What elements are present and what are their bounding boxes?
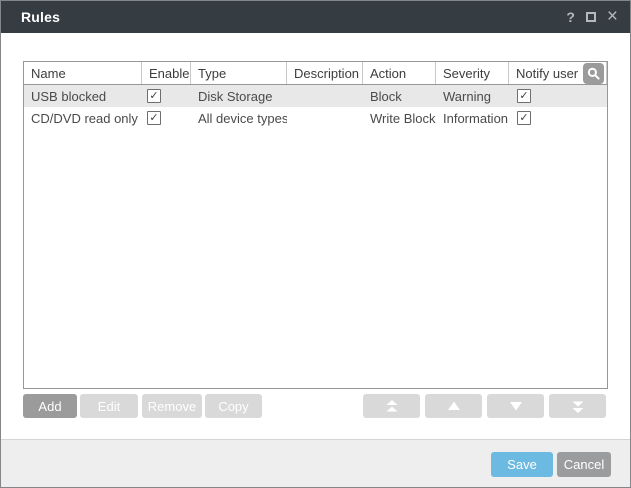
edit-button[interactable]: Edit <box>80 394 138 418</box>
table-row[interactable]: USB blocked ✓ Disk Storage Block Warning… <box>24 85 607 107</box>
column-header-enabled[interactable]: Enabled <box>142 62 191 84</box>
add-button[interactable]: Add <box>23 394 77 418</box>
rule-type: All device types <box>198 110 287 126</box>
column-header-description[interactable]: Description <box>287 62 363 84</box>
column-header-severity[interactable]: Severity <box>436 62 509 84</box>
table-row[interactable]: CD/DVD read only ✓ All device types Writ… <box>24 107 607 129</box>
rules-dialog: Rules ? × Name Enabled Type Description … <box>0 0 631 488</box>
column-header-action[interactable]: Action <box>363 62 436 84</box>
rule-enabled-cell: ✓ <box>142 107 191 129</box>
move-top-button[interactable] <box>363 394 420 418</box>
close-icon[interactable]: × <box>607 7 618 26</box>
rule-action: Block <box>370 88 402 104</box>
rule-description <box>287 107 363 129</box>
help-icon[interactable]: ? <box>566 8 575 26</box>
move-down-button[interactable] <box>487 394 544 418</box>
rules-toolbar: Add Edit Remove Copy <box>23 394 606 418</box>
save-button[interactable]: Save <box>491 452 553 477</box>
column-header-type[interactable]: Type <box>191 62 287 84</box>
enabled-checkbox-checked[interactable]: ✓ <box>147 89 161 103</box>
rule-name: USB blocked <box>31 88 107 104</box>
rule-description <box>287 85 363 107</box>
enabled-checkbox-checked[interactable]: ✓ <box>147 111 161 125</box>
rule-name: CD/DVD read only <box>31 110 138 126</box>
title-bar: Rules ? × <box>1 1 630 33</box>
move-up-button[interactable] <box>425 394 482 418</box>
notify-checkbox-checked[interactable]: ✓ <box>517 111 531 125</box>
table-header: Name Enabled Type Description Action Sev… <box>24 62 607 85</box>
search-icon <box>587 67 600 80</box>
rule-severity: Information <box>443 110 509 126</box>
window-controls: ? × <box>566 7 618 26</box>
search-button[interactable] <box>583 63 604 84</box>
cancel-button[interactable]: Cancel <box>557 452 611 477</box>
copy-button[interactable]: Copy <box>205 394 262 418</box>
double-arrow-down-icon <box>572 401 583 413</box>
notify-checkbox-checked[interactable]: ✓ <box>517 89 531 103</box>
arrow-down-icon <box>509 402 522 411</box>
maximize-icon[interactable] <box>585 8 596 26</box>
rule-notify-cell: ✓ <box>509 85 607 107</box>
rule-severity: Warning <box>443 88 491 104</box>
double-arrow-up-icon <box>386 399 397 411</box>
rule-notify-cell: ✓ <box>509 107 607 129</box>
dialog-title: Rules <box>21 9 61 25</box>
move-bottom-button[interactable] <box>549 394 606 418</box>
remove-button[interactable]: Remove <box>142 394 202 418</box>
rules-table: Name Enabled Type Description Action Sev… <box>23 61 608 389</box>
rule-type: Disk Storage <box>198 88 273 104</box>
arrow-up-icon <box>447 401 460 410</box>
rule-action: Write Block <box>370 110 436 126</box>
rule-enabled-cell: ✓ <box>142 85 191 107</box>
dialog-footer: Save Cancel <box>1 439 630 487</box>
maximize-glyph <box>585 12 596 22</box>
reorder-buttons <box>363 394 606 418</box>
column-header-name[interactable]: Name <box>24 62 142 84</box>
